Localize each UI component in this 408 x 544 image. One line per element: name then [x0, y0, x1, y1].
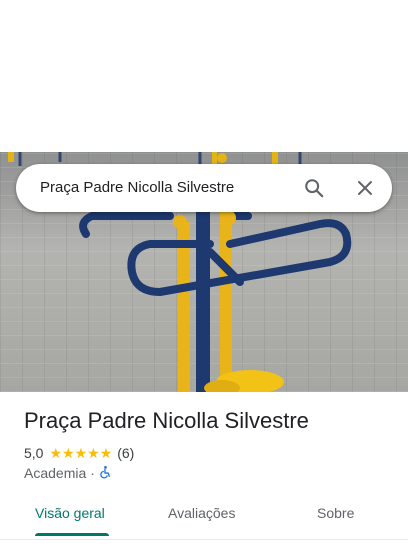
search-input[interactable]: Praça Padre Nicolla Silvestre	[40, 179, 234, 196]
search-icon[interactable]	[302, 176, 326, 200]
map-area-blank	[0, 0, 408, 152]
place-title: Praça Padre Nicolla Silvestre	[24, 408, 309, 433]
category-row: Academia ·	[24, 464, 112, 482]
tab-about[interactable]: Sobre	[317, 505, 354, 521]
star-icons: ★★★★★	[49, 445, 113, 461]
tabs-divider	[0, 539, 408, 540]
rating-row[interactable]: 5,0 ★★★★★ (6)	[24, 444, 134, 462]
close-icon[interactable]	[353, 176, 377, 200]
active-tab-indicator	[35, 533, 109, 536]
place-category[interactable]: Academia	[24, 465, 86, 481]
place-tabs: Visão geral Avaliações Sobre	[0, 496, 408, 536]
tab-overview[interactable]: Visão geral	[35, 505, 105, 521]
tab-reviews[interactable]: Avaliações	[168, 505, 235, 521]
rating-value: 5,0	[24, 445, 44, 461]
review-count[interactable]: (6)	[117, 445, 134, 461]
separator-dot: ·	[90, 465, 95, 481]
wheelchair-icon	[99, 465, 112, 482]
search-bar[interactable]: Praça Padre Nicolla Silvestre	[16, 164, 392, 212]
star-rating: ★★★★★	[49, 446, 112, 460]
